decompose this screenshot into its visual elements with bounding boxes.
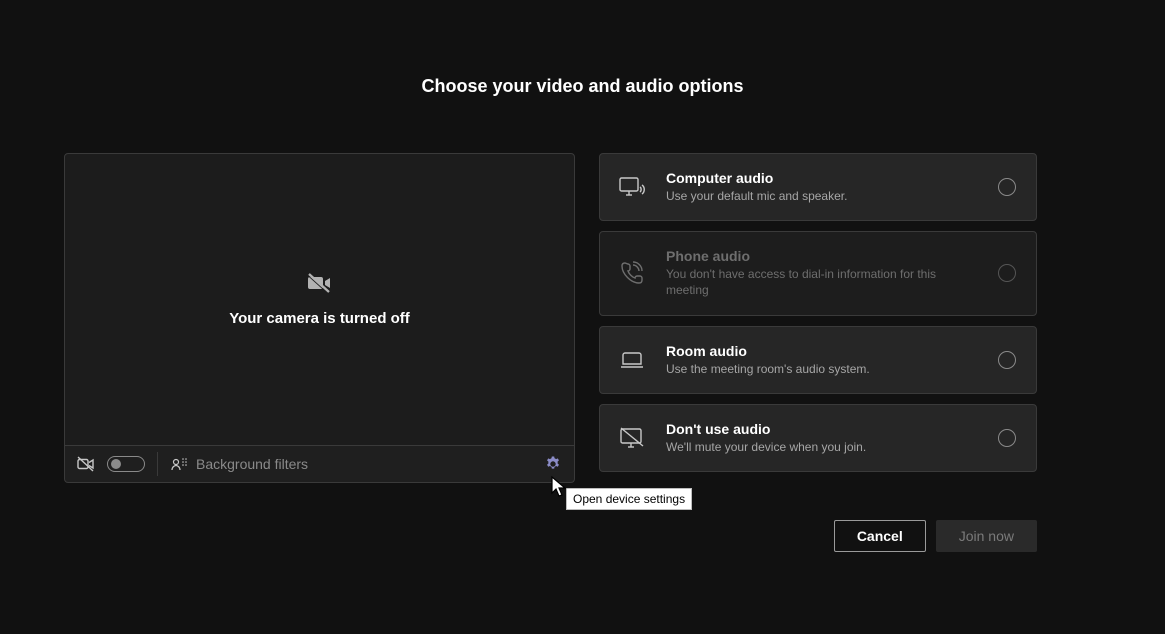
camera-toggle[interactable]: [107, 456, 145, 472]
join-now-button[interactable]: Join now: [936, 520, 1037, 552]
audio-option-computer[interactable]: Computer audio Use your default mic and …: [599, 153, 1037, 221]
camera-off-icon: [307, 272, 333, 294]
option-desc: Use your default mic and speaker.: [666, 188, 980, 204]
video-controls-bar: Background filters: [64, 446, 575, 483]
option-title: Phone audio: [666, 248, 980, 264]
audio-option-room[interactable]: Room audio Use the meeting room's audio …: [599, 326, 1037, 394]
pre-join-screen: Choose your video and audio options Your…: [0, 0, 1165, 634]
page-title: Choose your video and audio options: [0, 76, 1165, 97]
option-title: Don't use audio: [666, 421, 980, 437]
audio-option-none[interactable]: Don't use audio We'll mute your device w…: [599, 404, 1037, 472]
video-preview-panel: Your camera is turned off: [64, 153, 575, 446]
option-desc: We'll mute your device when you join.: [666, 439, 980, 455]
radio-indicator: [998, 429, 1016, 447]
option-desc: You don't have access to dial-in informa…: [666, 266, 980, 298]
room-device-icon: [616, 349, 648, 371]
camera-off-small-icon: [77, 456, 95, 472]
phone-icon: [616, 260, 648, 286]
monitor-off-icon: [616, 426, 648, 450]
gear-icon[interactable]: [544, 455, 562, 473]
option-title: Computer audio: [666, 170, 980, 186]
radio-indicator: [998, 351, 1016, 369]
audio-options-list: Computer audio Use your default mic and …: [599, 153, 1037, 472]
option-title: Room audio: [666, 343, 980, 359]
option-desc: Use the meeting room's audio system.: [666, 361, 980, 377]
user-blur-icon: [170, 456, 188, 472]
radio-indicator: [998, 178, 1016, 196]
audio-option-phone: Phone audio You don't have access to dia…: [599, 231, 1037, 315]
camera-off-text: Your camera is turned off: [229, 310, 410, 327]
cancel-button[interactable]: Cancel: [834, 520, 926, 552]
background-filters-label: Background filters: [196, 456, 308, 472]
background-filters-button[interactable]: Background filters: [170, 456, 532, 472]
divider: [157, 452, 158, 476]
monitor-speaker-icon: [616, 175, 648, 199]
tooltip: Open device settings: [566, 488, 692, 510]
radio-indicator: [998, 264, 1016, 282]
footer-buttons: Cancel Join now: [834, 520, 1037, 552]
